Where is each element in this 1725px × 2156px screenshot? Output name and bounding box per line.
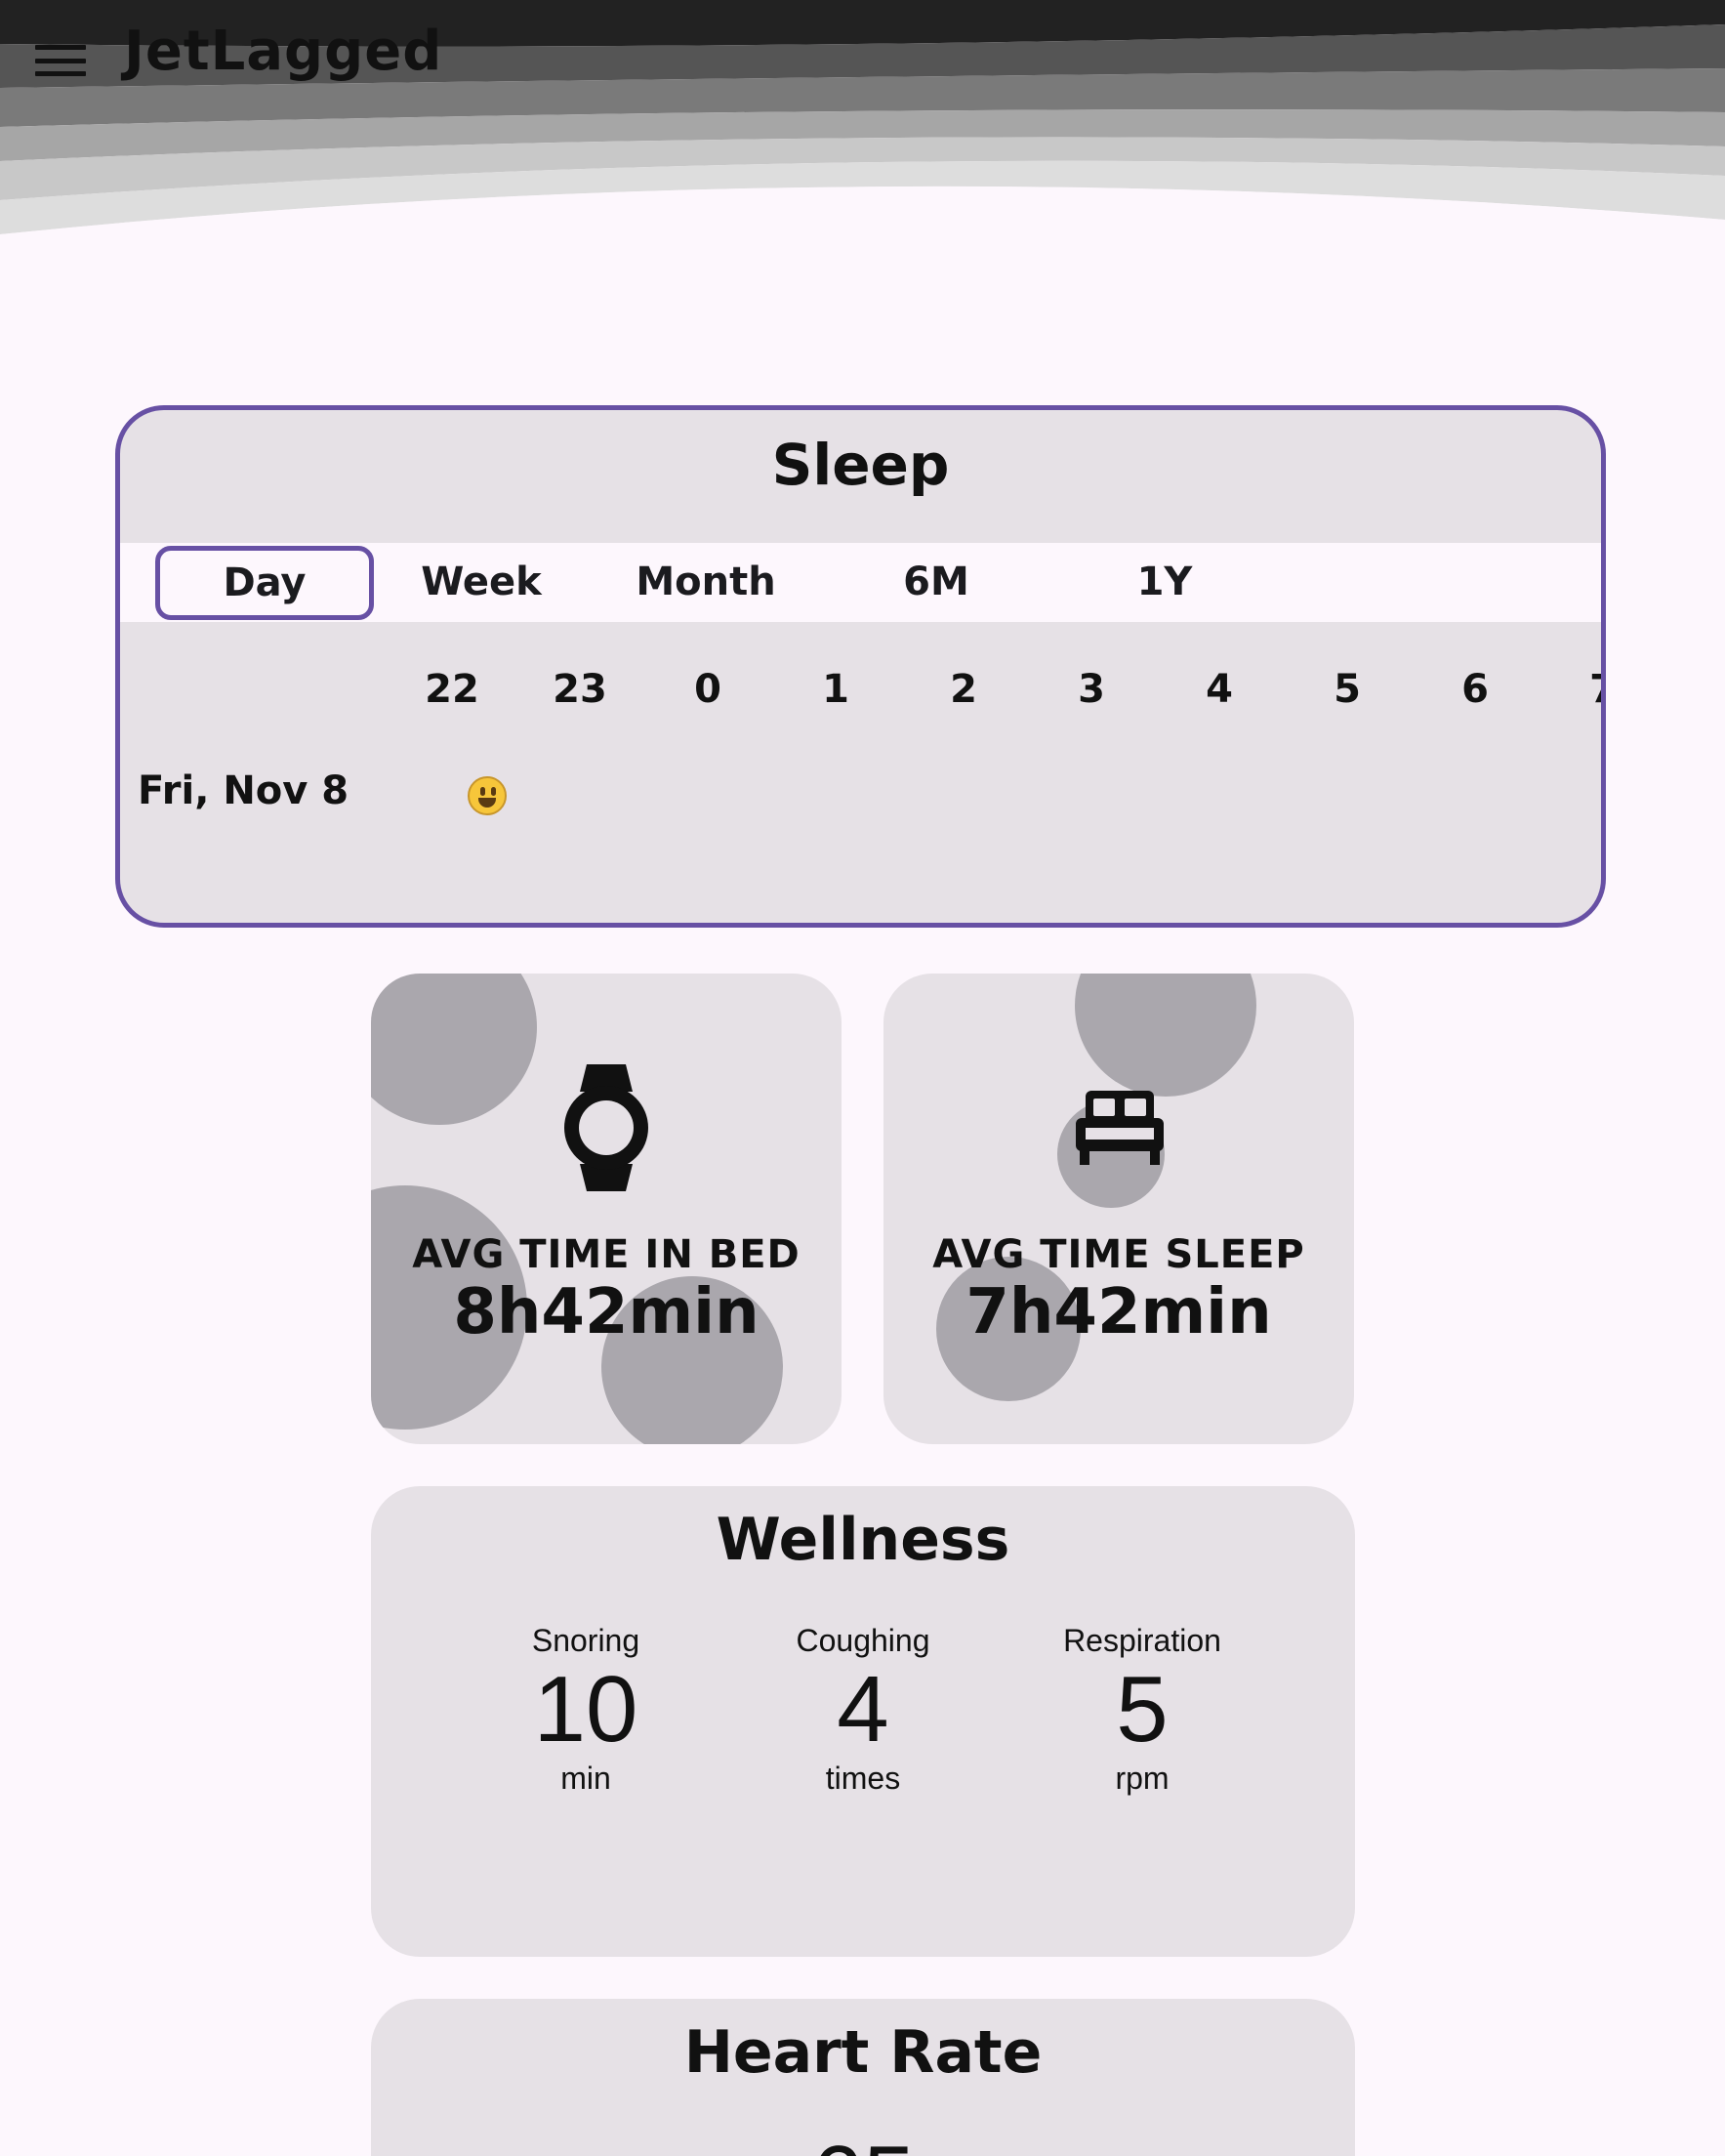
sleep-row-date: Fri, Nov 8 — [138, 768, 349, 813]
hour-label: 7 — [1564, 667, 1601, 712]
hour-label: 22 — [425, 667, 479, 712]
metric-value: 5 — [1116, 1657, 1169, 1762]
stat-label: AVG TIME IN BED — [412, 1232, 801, 1277]
metric-unit: min — [560, 1761, 611, 1796]
avg-time-sleep-card[interactable]: AVG TIME SLEEP 7h42min — [883, 974, 1354, 1444]
hour-label: 6 — [1461, 667, 1489, 712]
jetlagged-screen: JetLagged Sleep Day Week Month 6M 1Y 22 … — [0, 0, 1725, 2156]
decorative-bubble — [371, 974, 537, 1125]
bed-icon — [1076, 1091, 1164, 1165]
hour-label: 4 — [1206, 667, 1233, 712]
avg-time-in-bed-card[interactable]: AVG TIME IN BED 8h42min — [371, 974, 842, 1444]
decorative-bubble — [1075, 974, 1256, 1097]
hour-label: 5 — [1334, 667, 1361, 712]
metric-respiration: Respiration 5 rpm — [1015, 1623, 1269, 1797]
tab-6m[interactable]: 6M — [839, 543, 1034, 622]
stat-value: 7h42min — [965, 1276, 1272, 1348]
tab-month[interactable]: Month — [608, 543, 803, 622]
heart-rate-card[interactable]: Heart Rate 65 — [371, 1999, 1355, 2156]
menu-icon[interactable] — [35, 41, 86, 80]
tab-1y[interactable]: 1Y — [1067, 543, 1262, 622]
stat-value: 8h42min — [453, 1276, 760, 1348]
heart-rate-title: Heart Rate — [683, 2018, 1043, 2087]
smiley-emoji-icon — [468, 776, 507, 815]
hour-label: 2 — [950, 667, 977, 712]
watch-icon — [564, 1064, 648, 1191]
hour-label: 0 — [694, 667, 721, 712]
metric-label: Coughing — [796, 1623, 930, 1658]
metric-unit: rpm — [1115, 1761, 1170, 1796]
metric-coughing: Coughing 4 times — [736, 1623, 990, 1797]
period-tabs: Day Week Month 6M 1Y — [120, 543, 1601, 622]
tab-week[interactable]: Week — [384, 543, 579, 622]
tab-day[interactable]: Day — [155, 546, 374, 620]
sleep-title: Sleep — [771, 432, 950, 498]
wellness-card[interactable]: Wellness Snoring 10 min Coughing 4 times… — [371, 1486, 1355, 1957]
metric-unit: times — [825, 1761, 901, 1796]
app-header: JetLagged — [0, 0, 1725, 234]
hour-label: 3 — [1078, 667, 1105, 712]
stat-label: AVG TIME SLEEP — [932, 1232, 1305, 1277]
metric-value: 4 — [837, 1657, 889, 1762]
metric-value: 10 — [533, 1657, 638, 1762]
app-title: JetLagged — [124, 20, 443, 83]
hour-label: 23 — [553, 667, 607, 712]
hour-label: 1 — [822, 667, 849, 712]
metric-snoring: Snoring 10 min — [459, 1623, 713, 1797]
sleep-card: Sleep Day Week Month 6M 1Y 22 23 0 1 2 3… — [115, 405, 1606, 928]
metric-label: Respiration — [1063, 1623, 1221, 1658]
wellness-title: Wellness — [716, 1506, 1010, 1574]
heart-rate-value: 65 — [371, 2126, 1355, 2156]
metric-label: Snoring — [531, 1623, 640, 1658]
